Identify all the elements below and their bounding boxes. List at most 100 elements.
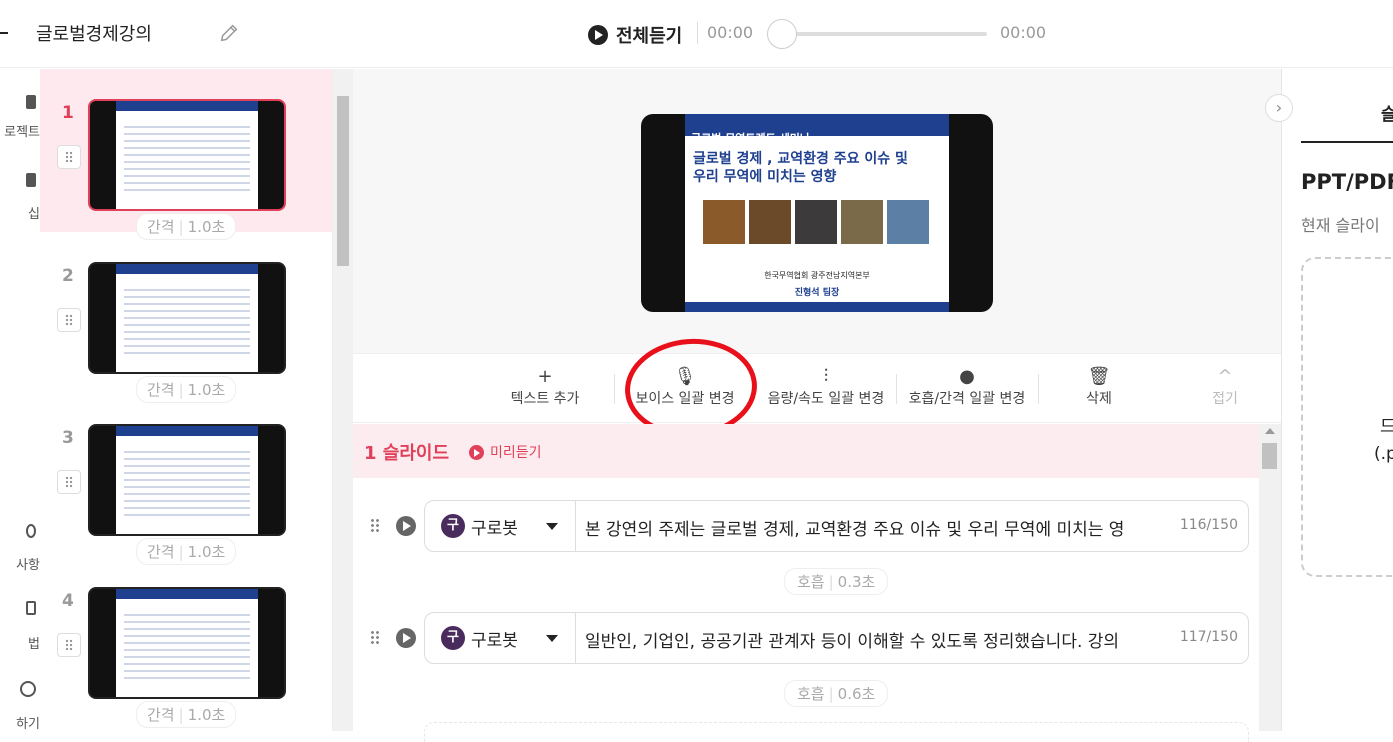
dropzone-text: 드	[1380, 417, 1393, 437]
script-line-box: 구 구로봇 본 강연의 주제는 글로벌 경제, 교역환경 주요 이슈 및 우리 …	[424, 500, 1249, 552]
script-editor: 1 슬라이드 미리듣기 구 구로봇 본 강연의 주제는 글로벌 경제, 교역환경…	[353, 424, 1259, 742]
nav-item-edit[interactable]: 십	[0, 203, 40, 222]
breath-pill[interactable]: 호흡 | 0.6초	[784, 680, 889, 707]
drag-handle-icon[interactable]	[57, 145, 81, 169]
voice-name: 구로봇	[471, 631, 518, 651]
microphone-icon: 🎙	[673, 366, 697, 387]
back-icon[interactable]	[0, 32, 8, 34]
slide-photo-strip	[703, 200, 929, 244]
slide-list-panel: 1 간격 | 1.0초 2 간격 | 1.0초 3 간격 | 1.0초 4 간격 | 1.0초	[40, 69, 333, 731]
right-panel-title: PPT/PDF	[1301, 170, 1393, 194]
play-all-button[interactable]: 전체듣기	[588, 22, 682, 48]
slide-list-scrollbar-thumb[interactable]	[337, 96, 349, 266]
right-panel-subtitle: 현재 슬라이	[1301, 216, 1380, 235]
slide-presenter: 진형석 팀장	[794, 288, 840, 298]
right-panel-tab[interactable]: 슬	[1381, 100, 1393, 125]
drag-handle-icon[interactable]	[57, 633, 81, 657]
drag-handle-icon[interactable]	[57, 470, 81, 494]
slide-eyebrow: 글로벌 무역트렌드 세미나	[691, 132, 810, 145]
slide-item-1[interactable]: 1 간격 | 1.0초	[40, 69, 332, 240]
slide-thumbnail[interactable]	[88, 262, 286, 374]
slide-section-header: 1 슬라이드 미리듣기	[353, 424, 1259, 478]
collapse-label: 접기	[1212, 391, 1238, 407]
slide-thumbnail[interactable]	[88, 424, 286, 536]
slide-gap-pill[interactable]: 간격 | 1.0초	[136, 701, 237, 728]
divider	[1038, 374, 1039, 404]
drag-handle-icon[interactable]	[370, 630, 380, 646]
voice-avatar: 구	[441, 514, 465, 538]
slide-number: 4	[62, 591, 74, 611]
nav-item-guide[interactable]: 법	[0, 633, 40, 652]
folder-icon	[26, 95, 36, 109]
divider	[896, 374, 897, 404]
chevron-down-icon	[546, 523, 558, 530]
script-line: 구 구로봇 본 강연의 주제는 글로벌 경제, 교역환경 주요 이슈 및 우리 …	[353, 500, 1259, 552]
drag-handle-icon[interactable]	[57, 308, 81, 332]
voice-avatar: 구	[441, 626, 465, 650]
slide-item-3[interactable]: 3 간격 | 1.0초	[40, 394, 332, 565]
main-slide-preview: 글로벌 무역트렌드 세미나 글로벌 경제 , 교역환경 주요 이슈 및 우리 무…	[641, 114, 993, 312]
preview-label: 미리듣기	[490, 445, 542, 461]
editor-scrollbar-thumb[interactable]	[1262, 443, 1277, 469]
audio-progress-track[interactable]	[780, 32, 987, 36]
preview-button[interactable]: 미리듣기	[469, 442, 542, 462]
tab-underline	[1301, 141, 1393, 143]
pin-icon: ●	[959, 366, 975, 387]
edit-icon	[26, 173, 36, 187]
project-title[interactable]: 글로벌경제강의	[36, 20, 152, 46]
script-text-input[interactable]: 본 강연의 주제는 글로벌 경제, 교역환경 주요 이슈 및 우리 무역에 미치…	[585, 515, 1175, 540]
guide-icon	[26, 601, 36, 615]
bulk-edit-toolbar: + 텍스트 추가 🎙 보이스 일괄 변경 ⫶ 음량/속도 일괄 변경 ● 호흡/…	[353, 353, 1281, 423]
add-text-button[interactable]: + 텍스트 추가	[510, 366, 580, 408]
audio-progress-knob[interactable]	[767, 19, 797, 49]
add-text-label: 텍스트 추가	[510, 391, 580, 407]
voice-select[interactable]: 구 구로봇	[425, 613, 576, 663]
collapse-button[interactable]: ^ 접기	[1205, 366, 1245, 408]
chevron-right-icon[interactable]: ›	[1265, 94, 1293, 122]
voice-select[interactable]: 구 구로봇	[425, 501, 576, 551]
nav-item-notice[interactable]: 사항	[0, 554, 40, 573]
help-icon	[20, 681, 36, 697]
slide-item-4[interactable]: 4 간격 | 1.0초	[40, 557, 332, 728]
breath-value: 0.6초	[837, 685, 876, 703]
script-line: 구 구로봇 일반인, 기업인, 공공기관 관계자 등이 이해할 수 있도록 정리…	[353, 612, 1259, 664]
line-play-button[interactable]	[396, 516, 416, 536]
drag-handle-icon[interactable]	[370, 518, 380, 534]
breath-gap-bulk-button[interactable]: ● 호흡/간격 일괄 변경	[907, 366, 1027, 408]
chevron-down-icon	[546, 635, 558, 642]
breath-value: 0.3초	[837, 573, 876, 591]
delete-label: 삭제	[1086, 391, 1112, 407]
breath-gap-label: 호흡/간격 일괄 변경	[908, 391, 1026, 407]
breath-label: 호흡	[797, 573, 825, 591]
nav-item-help[interactable]: 하기	[0, 713, 40, 732]
char-count: 117/150	[1179, 629, 1238, 645]
slide-thumbnail[interactable]	[88, 587, 286, 699]
notice-icon	[26, 524, 36, 538]
gap-label: 간격	[147, 706, 175, 724]
dropzone-formats: (.p	[1374, 444, 1393, 464]
sliders-icon: ⫶	[823, 366, 829, 387]
gap-value: 1.0초	[187, 706, 226, 724]
delete-button[interactable]: 🗑 삭제	[1079, 366, 1119, 408]
volume-speed-label: 음량/속도 일괄 변경	[767, 391, 885, 407]
divider	[697, 22, 698, 44]
slide-section-label: 1 슬라이드	[364, 443, 450, 464]
voice-bulk-change-button[interactable]: 🎙 보이스 일괄 변경	[635, 366, 735, 408]
slide-item-2[interactable]: 2 간격 | 1.0초	[40, 232, 332, 403]
slide-organization: 한국무역협회 광주전남지역본부	[764, 271, 870, 280]
script-text-input[interactable]: 일반인, 기업인, 공공기관 관계자 등이 이해할 수 있도록 정리했습니다. …	[585, 627, 1175, 652]
breath-pill[interactable]: 호흡 | 0.3초	[784, 568, 889, 595]
pencil-icon[interactable]	[218, 22, 240, 44]
slide-number: 1	[62, 103, 74, 123]
nav-item-project[interactable]: 로젝트	[0, 121, 40, 140]
play-all-label: 전체듣기	[616, 26, 683, 47]
play-icon	[469, 444, 484, 460]
scroll-up-icon[interactable]	[1265, 428, 1275, 434]
volume-speed-bulk-button[interactable]: ⫶ 음량/속도 일괄 변경	[766, 366, 886, 408]
char-count: 116/150	[1179, 517, 1238, 533]
slide-title: 글로벌 경제 , 교역환경 주요 이슈 및 우리 무역에 미치는 영향	[693, 150, 943, 186]
editor-scrollbar[interactable]	[1259, 424, 1281, 731]
slide-title-line1: 글로벌 경제 , 교역환경 주요 이슈 및	[693, 151, 908, 167]
slide-thumbnail[interactable]	[88, 99, 286, 211]
line-play-button[interactable]	[396, 628, 416, 648]
